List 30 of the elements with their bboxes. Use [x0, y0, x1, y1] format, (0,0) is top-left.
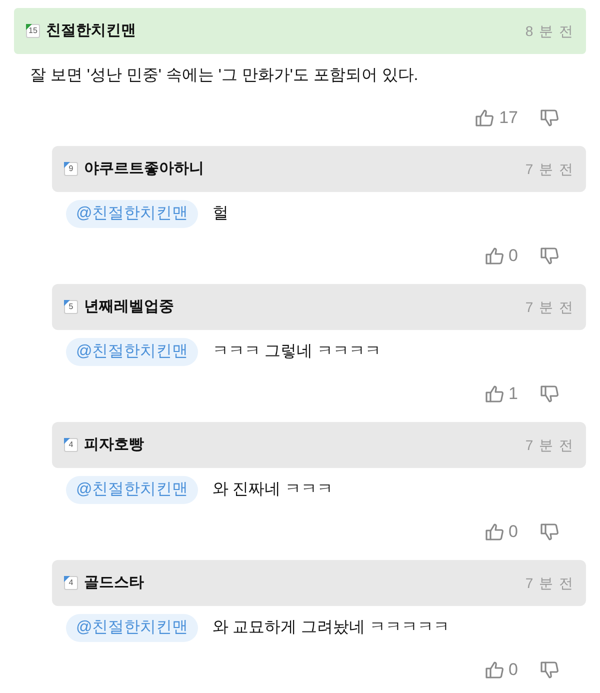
- like-count: 0: [508, 521, 518, 544]
- reply-text: 와 교묘하게 그려놨네 ㅋㅋㅋㅋㅋ: [212, 618, 450, 638]
- thumbs-down-icon[interactable]: [540, 660, 560, 680]
- like-count: 1: [508, 383, 518, 406]
- timestamp: 7 분 전: [525, 298, 574, 316]
- thumbs-up-icon[interactable]: [484, 522, 505, 542]
- timestamp: 7 분 전: [525, 160, 574, 178]
- author-name[interactable]: 년째레벨업중: [84, 296, 174, 318]
- reply-text: ㅋㅋㅋ 그렇네 ㅋㅋㅋㅋ: [212, 342, 382, 362]
- thumbs-down-icon[interactable]: [540, 108, 560, 128]
- author-name[interactable]: 골드스타: [84, 572, 144, 594]
- thumbs-up-icon[interactable]: [484, 246, 505, 266]
- thumbs-down-icon[interactable]: [540, 384, 560, 404]
- thumbs-up-icon[interactable]: [484, 660, 505, 680]
- reply-text: 와 진짜네 ㅋㅋㅋ: [212, 480, 334, 500]
- timestamp: 7 분 전: [525, 574, 574, 592]
- like-count: 0: [508, 659, 518, 682]
- thumbs-down-icon[interactable]: [540, 246, 560, 266]
- timestamp: 7 분 전: [525, 436, 574, 454]
- thumbs-up-icon[interactable]: [475, 108, 496, 128]
- author-name[interactable]: 친절한치킨맨: [46, 20, 136, 42]
- thumbs-down-icon[interactable]: [540, 522, 560, 542]
- thumbs-up-icon[interactable]: [484, 384, 505, 404]
- like-count: 17: [499, 107, 518, 130]
- author-name[interactable]: 피자호빵: [84, 434, 144, 456]
- comment-text: 잘 보면 '성난 민중' 속에는 '그 만화가'도 포함되어 있다.: [29, 66, 420, 86]
- author-name[interactable]: 야쿠르트좋아하니: [84, 158, 204, 180]
- like-count: 0: [508, 245, 518, 268]
- timestamp: 8 분 전: [525, 22, 574, 40]
- reply-text: 헐: [212, 204, 228, 224]
